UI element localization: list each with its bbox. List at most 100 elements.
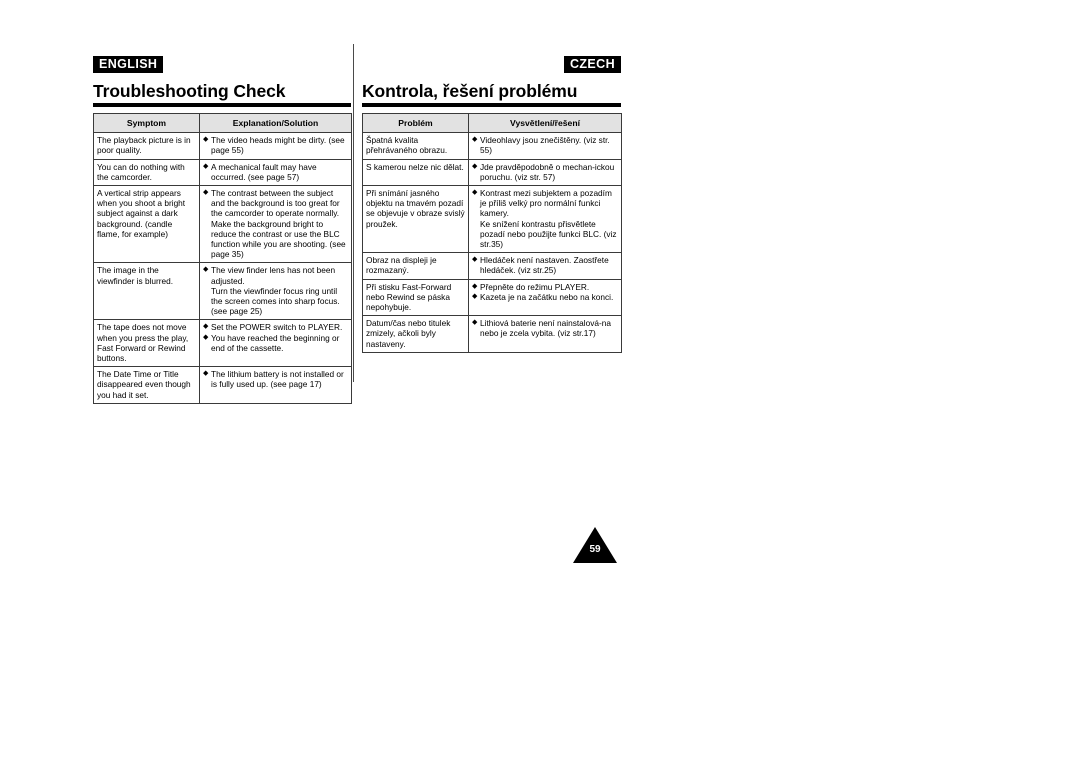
diamond-bullet-icon: ◆ bbox=[472, 162, 478, 170]
czech-col-header-symptom: Problém bbox=[362, 112, 469, 134]
czech-symptom-cell: Špatná kvalita přehrávaného obrazu. bbox=[362, 132, 469, 160]
solution-item: ◆ Hledáček není nastaven. Zaostřete hledá… bbox=[472, 255, 618, 275]
diamond-bullet-icon: ◆ bbox=[203, 323, 209, 331]
czech-solution-cell: ◆ Přepněte do režimu PLAYER. ◆ Kazeta je na… bbox=[468, 278, 622, 317]
table-row: The playback picture is in poor quality.… bbox=[93, 132, 352, 160]
solution-item: ◆ Lithiová baterie není nainstalová-na ne… bbox=[472, 318, 618, 338]
english-symptom-cell: You can do nothing with the camcorder. bbox=[93, 158, 200, 187]
column-divider bbox=[353, 44, 354, 382]
solution-item: ◆ The lithium battery is not installed or… bbox=[203, 369, 348, 389]
english-col-header-symptom: Symptom bbox=[93, 112, 200, 134]
english-symptom-cell: The Date Time or Title disappeared even … bbox=[93, 366, 200, 404]
solution-text: The lithium battery is not installed or … bbox=[211, 369, 344, 390]
solution-text: The video heads might be dirty. (see pag… bbox=[211, 135, 345, 156]
solution-item: ◆ Jde pravděpodobně o mechan-ickou poruch… bbox=[472, 162, 618, 182]
english-column: ENGLISH Troubleshooting Check Symptom Ex… bbox=[93, 55, 352, 404]
czech-col-header-solution: Vysvětlení/řešení bbox=[468, 112, 622, 134]
czech-symptom-cell: Při stisku Fast-Forward nebo Rewind se p… bbox=[362, 278, 469, 317]
english-table-header-row: Symptom Explanation/Solution bbox=[93, 112, 352, 134]
diamond-bullet-icon: ◆ bbox=[203, 333, 209, 341]
diamond-bullet-icon: ◆ bbox=[203, 136, 209, 144]
solution-text: Set the POWER switch to PLAYER. bbox=[211, 322, 343, 333]
table-row: Špatná kvalita přehrávaného obrazu. ◆ Vide… bbox=[362, 132, 622, 160]
solution-item: ◆ You have reached the beginning or end o… bbox=[203, 333, 348, 353]
table-row: Obraz na displeji je rozmazaný. ◆ Hledáček… bbox=[362, 252, 622, 280]
diamond-bullet-icon: ◆ bbox=[472, 256, 478, 264]
diamond-bullet-icon: ◆ bbox=[472, 136, 478, 144]
english-symptom-cell: A vertical strip appears when you shoot … bbox=[93, 185, 200, 264]
solution-text: Kazeta je na začátku nebo na konci. bbox=[480, 291, 614, 302]
diamond-bullet-icon: ◆ bbox=[203, 162, 209, 170]
table-row: The tape does not move when you press th… bbox=[93, 319, 352, 368]
solution-item: ◆ The video heads might be dirty. (see pa… bbox=[203, 135, 348, 155]
diamond-bullet-icon: ◆ bbox=[203, 189, 209, 197]
diamond-bullet-icon: ◆ bbox=[472, 189, 478, 197]
language-badge-english: ENGLISH bbox=[93, 56, 164, 73]
solution-item: ◆ Přepněte do režimu PLAYER. bbox=[472, 282, 618, 292]
solution-text: Jde pravděpodobně o mechan-ickou poruchu… bbox=[480, 161, 615, 182]
english-solution-cell: ◆ The video heads might be dirty. (see pa… bbox=[199, 132, 352, 160]
solution-text: Kontrast mezi subjektem a pozadím je pří… bbox=[480, 188, 617, 250]
english-symptom-cell: The image in the viewfinder is blurred. bbox=[93, 262, 200, 321]
czech-table-header-row: Problém Vysvětlení/řešení bbox=[362, 112, 622, 134]
solution-item: ◆ A mechanical fault may have occurred. (… bbox=[203, 162, 348, 182]
solution-item: ◆ The view finder lens has not been adjus… bbox=[203, 265, 348, 316]
diamond-bullet-icon: ◆ bbox=[203, 370, 209, 378]
table-row: The Date Time or Title disappeared even … bbox=[93, 366, 352, 404]
czech-solution-cell: ◆ Kontrast mezi subjektem a pozadím je př… bbox=[468, 185, 622, 254]
language-badge-czech: CZECH bbox=[563, 56, 621, 73]
diamond-bullet-icon: ◆ bbox=[472, 282, 478, 290]
solution-text: A mechanical fault may have occurred. (s… bbox=[211, 161, 317, 182]
czech-page-title: Kontrola, řešení problému bbox=[362, 81, 578, 101]
table-row: A vertical strip appears when you shoot … bbox=[93, 185, 352, 264]
english-table-body: The playback picture is in poor quality.… bbox=[93, 132, 352, 404]
solution-item: ◆ The contrast between the subject and th… bbox=[203, 188, 348, 259]
page-number: 59 bbox=[589, 544, 601, 555]
english-page-title: Troubleshooting Check bbox=[93, 81, 286, 101]
czech-solution-cell: ◆ Videohlavy jsou znečištěny. (viz str. 5… bbox=[468, 132, 622, 160]
czech-solution-cell: ◆ Hledáček není nastaven. Zaostřete hledá… bbox=[468, 252, 622, 280]
english-symptom-cell: The tape does not move when you press th… bbox=[93, 319, 200, 368]
solution-text: Hledáček není nastaven. Zaostřete hledáč… bbox=[480, 255, 609, 276]
czech-solution-cell: ◆ Lithiová baterie není nainstalová-na ne… bbox=[468, 315, 622, 353]
solution-text: The contrast between the subject and the… bbox=[211, 188, 346, 260]
english-solution-cell: ◆ The view finder lens has not been adjus… bbox=[199, 262, 352, 321]
czech-symptom-cell: S kamerou nelze nic dělat. bbox=[362, 158, 469, 187]
diamond-bullet-icon: ◆ bbox=[472, 292, 478, 300]
czech-troubleshooting-table: Problém Vysvětlení/řešení Špatná kvalita… bbox=[362, 112, 622, 353]
solution-text: Lithiová baterie není nainstalová-na neb… bbox=[480, 318, 611, 339]
solution-item: ◆ Videohlavy jsou znečištěny. (viz str. 5… bbox=[472, 135, 618, 155]
english-title-rule bbox=[93, 103, 351, 107]
english-solution-cell: ◆ Set the POWER switch to PLAYER. ◆ You hav… bbox=[199, 319, 352, 368]
page-number-marker: 59 bbox=[573, 527, 617, 563]
english-badge-row: ENGLISH bbox=[93, 55, 351, 73]
english-troubleshooting-table: Symptom Explanation/Solution The playbac… bbox=[93, 112, 352, 404]
english-symptom-cell: The playback picture is in poor quality. bbox=[93, 132, 200, 160]
czech-symptom-cell: Datum/čas nebo titulek zmizely, ačkoli b… bbox=[362, 315, 469, 353]
czech-column: CZECH Kontrola, řešení problému Problém … bbox=[362, 55, 622, 353]
solution-item: ◆ Kontrast mezi subjektem a pozadím je př… bbox=[472, 188, 618, 249]
english-solution-cell: ◆ The lithium battery is not installed or… bbox=[199, 366, 352, 404]
czech-title-rule bbox=[362, 103, 621, 107]
english-col-header-solution: Explanation/Solution bbox=[199, 112, 352, 134]
czech-solution-cell: ◆ Jde pravděpodobně o mechan-ickou poruch… bbox=[468, 158, 622, 187]
table-row: You can do nothing with the camcorder. ◆ A… bbox=[93, 158, 352, 187]
table-row: The image in the viewfinder is blurred. ◆… bbox=[93, 262, 352, 321]
solution-text: The view finder lens has not been adjust… bbox=[211, 265, 340, 317]
diamond-bullet-icon: ◆ bbox=[203, 266, 209, 274]
table-row: Při stisku Fast-Forward nebo Rewind se p… bbox=[362, 278, 622, 317]
czech-symptom-cell: Obraz na displeji je rozmazaný. bbox=[362, 252, 469, 280]
czech-table-body: Špatná kvalita přehrávaného obrazu. ◆ Vide… bbox=[362, 132, 622, 353]
manual-page: ENGLISH Troubleshooting Check Symptom Ex… bbox=[0, 0, 1080, 763]
czech-badge-row: CZECH bbox=[362, 55, 621, 73]
solution-text: You have reached the beginning or end of… bbox=[211, 332, 340, 353]
table-row: S kamerou nelze nic dělat. ◆ Jde pravděpod… bbox=[362, 158, 622, 187]
table-row: Při snímání jasného objektu na tmavém po… bbox=[362, 185, 622, 254]
table-row: Datum/čas nebo titulek zmizely, ačkoli b… bbox=[362, 315, 622, 353]
english-solution-cell: ◆ The contrast between the subject and th… bbox=[199, 185, 352, 264]
solution-text: Videohlavy jsou znečištěny. (viz str. 55… bbox=[480, 135, 610, 156]
solution-text: Přepněte do režimu PLAYER. bbox=[480, 281, 590, 292]
czech-symptom-cell: Při snímání jasného objektu na tmavém po… bbox=[362, 185, 469, 254]
solution-item: ◆ Set the POWER switch to PLAYER. bbox=[203, 322, 348, 332]
diamond-bullet-icon: ◆ bbox=[472, 319, 478, 327]
